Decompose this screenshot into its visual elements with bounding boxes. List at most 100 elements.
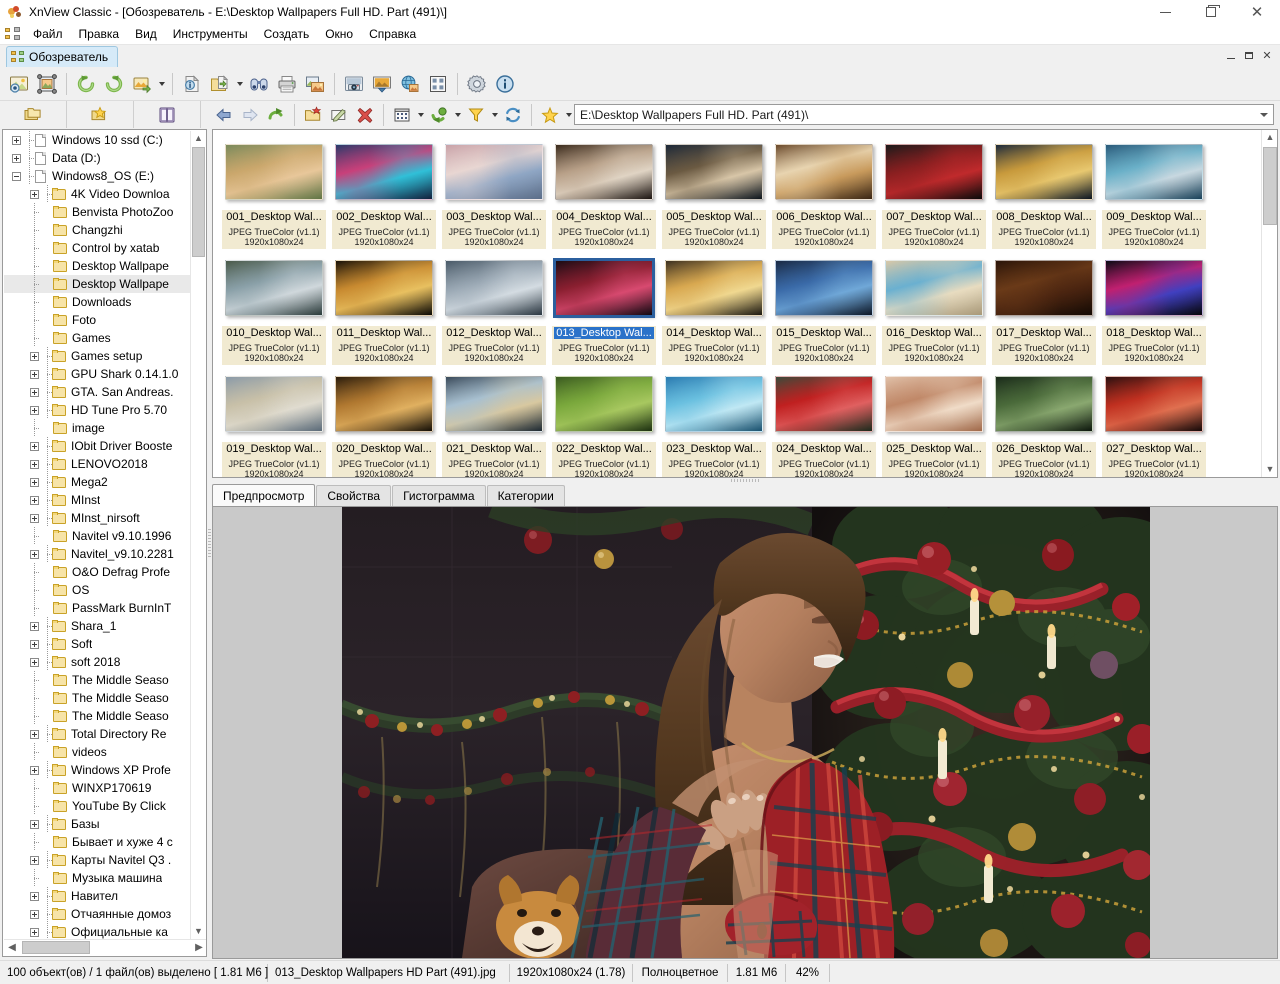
thumbnail-cell[interactable]: 024_Desktop Wal... JPEG TrueColor (v1.1) 1…: [769, 366, 879, 477]
tree-node[interactable]: The Middle Seaso: [4, 689, 192, 707]
tree-node[interactable]: soft 2018: [4, 653, 192, 671]
expand-icon[interactable]: [30, 891, 39, 901]
thumbnail-cell[interactable]: 020_Desktop Wal... JPEG TrueColor (v1.1) 1…: [329, 366, 439, 477]
menu-view[interactable]: Вид: [127, 25, 165, 43]
thumbnail-image-box[interactable]: [329, 134, 439, 210]
thumbnail-cell[interactable]: 016_Desktop Wal... JPEG TrueColor (v1.1) 1…: [879, 250, 989, 366]
thumbnail-cell[interactable]: 002_Desktop Wal... JPEG TrueColor (v1.1) 1…: [329, 134, 439, 250]
thumbnail-filename[interactable]: 001_Desktop Wal...: [226, 211, 322, 223]
tree-node[interactable]: Карты Navitel Q3 .: [4, 851, 192, 869]
expand-icon[interactable]: [30, 459, 39, 469]
tree-scroll-thumb[interactable]: [192, 147, 205, 257]
convert-button[interactable]: [128, 70, 156, 98]
thumbnail-cell[interactable]: 027_Desktop Wal... JPEG TrueColor (v1.1) 1…: [1099, 366, 1209, 477]
thumbnail-cell[interactable]: 001_Desktop Wal... JPEG TrueColor (v1.1) 1…: [219, 134, 329, 250]
thumbnail-cell[interactable]: 011_Desktop Wal... JPEG TrueColor (v1.1) 1…: [329, 250, 439, 366]
tree-node[interactable]: OS: [4, 581, 192, 599]
thumbnail-image[interactable]: [665, 376, 763, 432]
sort-dropdown-arrow[interactable]: [452, 101, 463, 129]
thumbnail-cell[interactable]: 012_Desktop Wal... JPEG TrueColor (v1.1) 1…: [439, 250, 549, 366]
window-minimize-button[interactable]: [1142, 0, 1188, 24]
thumbnail-filename[interactable]: 025_Desktop Wal...: [886, 443, 982, 455]
thumbnail-image[interactable]: [885, 144, 983, 200]
rotate-right-button[interactable]: [100, 70, 128, 98]
favorites-dropdown-arrow[interactable]: [563, 101, 574, 129]
thumbnail-cell[interactable]: 009_Desktop Wal... JPEG TrueColor (v1.1) 1…: [1099, 134, 1209, 250]
tree-node[interactable]: Games setup: [4, 347, 192, 365]
expand-icon[interactable]: [30, 387, 39, 397]
slideshow-button[interactable]: [368, 70, 396, 98]
tree-node[interactable]: Soft: [4, 635, 192, 653]
thumbnail-filename[interactable]: 021_Desktop Wal...: [446, 443, 542, 455]
thumbnail-cell[interactable]: 007_Desktop Wal... JPEG TrueColor (v1.1) 1…: [879, 134, 989, 250]
thumbnail-image[interactable]: [553, 258, 655, 318]
thumbnail-image[interactable]: [995, 376, 1093, 432]
thumbnail-filename[interactable]: 019_Desktop Wal...: [226, 443, 322, 455]
tree-node[interactable]: Shara_1: [4, 617, 192, 635]
thumbnail-image-box[interactable]: [769, 366, 879, 442]
rename-button[interactable]: [326, 102, 352, 127]
up-button[interactable]: [263, 102, 289, 127]
thumbnail-image[interactable]: [995, 144, 1093, 200]
thumbnail-image-box[interactable]: [1099, 134, 1209, 210]
thumbnail-cell[interactable]: 023_Desktop Wal... JPEG TrueColor (v1.1) 1…: [659, 366, 769, 477]
thumbnail-filename[interactable]: 006_Desktop Wal...: [776, 211, 872, 223]
chevron-down-icon[interactable]: [1256, 105, 1271, 124]
thumbnail-image-box[interactable]: [879, 134, 989, 210]
batch-convert-dropdown-arrow[interactable]: [234, 70, 245, 98]
thumbnail-filename[interactable]: 023_Desktop Wal...: [666, 443, 762, 455]
thumbnail-image-box[interactable]: [439, 250, 549, 326]
menu-help[interactable]: Справка: [361, 25, 424, 43]
tree-node[interactable]: O&O Defrag Profe: [4, 563, 192, 581]
export-button[interactable]: [301, 70, 329, 98]
address-bar[interactable]: E:\Desktop Wallpapers Full HD. Part (491…: [574, 104, 1274, 125]
expand-icon[interactable]: [30, 819, 39, 829]
window-maximize-button[interactable]: [1188, 0, 1234, 24]
thumbnail-cell[interactable]: 017_Desktop Wal... JPEG TrueColor (v1.1) 1…: [989, 250, 1099, 366]
thumbnail-filename[interactable]: 010_Desktop Wal...: [226, 327, 322, 339]
expand-icon[interactable]: [30, 621, 39, 631]
thumbnail-filename[interactable]: 026_Desktop Wal...: [996, 443, 1092, 455]
expand-icon[interactable]: [30, 351, 39, 361]
favorites-dropdown-button[interactable]: [537, 102, 563, 127]
thumbnail-cell[interactable]: 003_Desktop Wal... JPEG TrueColor (v1.1) 1…: [439, 134, 549, 250]
tab-browser[interactable]: Обозреватель: [6, 46, 119, 67]
web-page-button[interactable]: [396, 70, 424, 98]
collapse-icon[interactable]: [12, 171, 21, 181]
thumbnail-cell[interactable]: 021_Desktop Wal... JPEG TrueColor (v1.1) 1…: [439, 366, 549, 477]
thumbnail-image-box[interactable]: [1099, 366, 1209, 442]
thumbnail-filename[interactable]: 015_Desktop Wal...: [776, 327, 872, 339]
thumbnail-cell[interactable]: 019_Desktop Wal... JPEG TrueColor (v1.1) 1…: [219, 366, 329, 477]
browser-vertical-scrollbar[interactable]: ▲ ▼: [1261, 130, 1277, 477]
menu-tools[interactable]: Инструменты: [165, 25, 256, 43]
thumbnail-cell[interactable]: 005_Desktop Wal... JPEG TrueColor (v1.1) 1…: [659, 134, 769, 250]
thumbnail-filename[interactable]: 002_Desktop Wal...: [336, 211, 432, 223]
thumbnail-image[interactable]: [885, 376, 983, 432]
window-close-button[interactable]: ✕: [1234, 0, 1280, 24]
tree-node[interactable]: Mega2: [4, 473, 192, 491]
expand-icon[interactable]: [30, 729, 39, 739]
thumbnail-image-box[interactable]: [549, 366, 659, 442]
expand-icon[interactable]: [30, 189, 39, 199]
expand-icon[interactable]: [30, 513, 39, 523]
thumbnail-image-box[interactable]: [329, 366, 439, 442]
tree-node[interactable]: IObit Driver Booste: [4, 437, 192, 455]
tree-node[interactable]: YouTube By Click: [4, 797, 192, 815]
tree-node[interactable]: Games: [4, 329, 192, 347]
thumbnail-image-box[interactable]: [549, 134, 659, 210]
thumbnail-filename[interactable]: 003_Desktop Wal...: [446, 211, 542, 223]
expand-icon[interactable]: [30, 855, 39, 865]
tree-scroll-up-arrow[interactable]: ▲: [191, 131, 206, 146]
tree-scroll-left-arrow[interactable]: ◀: [4, 940, 20, 955]
tree-node[interactable]: Navitel v9.10.1996: [4, 527, 192, 545]
browser-scroll-down-arrow[interactable]: ▼: [1262, 462, 1277, 477]
tree-node[interactable]: Бывает и хуже 4 с: [4, 833, 192, 851]
view-mode-button[interactable]: [389, 102, 415, 127]
view-image-button[interactable]: [5, 70, 33, 98]
catalog-book-button[interactable]: [154, 102, 180, 127]
tree-node[interactable]: GTA. San Andreas.: [4, 383, 192, 401]
thumbnail-filename[interactable]: 016_Desktop Wal...: [886, 327, 982, 339]
thumbnail-cell[interactable]: 010_Desktop Wal... JPEG TrueColor (v1.1) 1…: [219, 250, 329, 366]
about-button[interactable]: [491, 70, 519, 98]
thumbnail-image-box[interactable]: [1099, 250, 1209, 326]
